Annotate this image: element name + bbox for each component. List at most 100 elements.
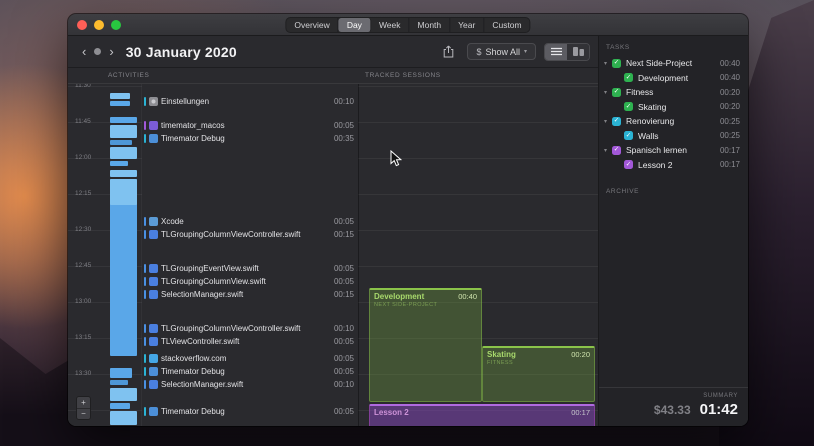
disclosure-icon[interactable]: ▾ xyxy=(604,118,612,125)
time-label: 11:45 xyxy=(75,118,91,125)
page-title: 30 January 2020 xyxy=(125,43,237,60)
task-item-walls[interactable]: ✓ Walls 00:25 xyxy=(599,129,748,144)
xcode-icon xyxy=(149,216,158,226)
day-content: 11:30 11:45 12:00 12:15 12:30 12:45 13:0… xyxy=(68,84,598,426)
task-group-spanisch-lernen[interactable]: ▾ ✓ Spanisch lernen 00:17 xyxy=(599,143,748,158)
session-block-lesson-2[interactable]: Lesson 2 00:17 xyxy=(369,404,595,426)
time-ruler: 11:30 11:45 12:00 12:15 12:30 12:45 13:0… xyxy=(68,84,142,426)
activity-row[interactable]: SelectionManager.swift 00:10 xyxy=(144,378,354,390)
session-block-development[interactable]: Development 00:40 NEXT SIDE-PROJECT xyxy=(369,288,482,402)
activity-density-bar xyxy=(110,101,130,106)
disclosure-icon[interactable]: ▾ xyxy=(604,89,612,96)
task-group-renovierung[interactable]: ▾ ✓ Renovierung 00:25 xyxy=(599,114,748,129)
zoom-out-button[interactable]: − xyxy=(77,408,90,419)
summary-total-time: 01:42 xyxy=(699,401,738,418)
activity-row[interactable]: TLGroupingColumnViewController.swift 00:1… xyxy=(144,322,354,334)
debug-app-icon xyxy=(149,366,158,376)
chevron-down-icon: ▾ xyxy=(523,49,527,55)
activity-row[interactable]: Einstellungen 00:10 xyxy=(144,95,354,107)
zoom-in-button[interactable]: + xyxy=(77,397,90,408)
timeline-view-icon xyxy=(572,47,584,56)
tracked-sessions-header: TRACKED SESSIONS xyxy=(365,72,441,79)
debug-app-icon xyxy=(149,406,158,416)
task-item-skating[interactable]: ✓ Skating 00:20 xyxy=(599,100,748,115)
swift-file-icon xyxy=(149,263,158,273)
summary-panel: SUMMARY $43.33 01:42 xyxy=(599,387,748,426)
activity-row[interactable]: Xcode 00:05 xyxy=(144,215,354,227)
activity-row[interactable]: Timemator Debug 00:05 xyxy=(144,405,354,417)
activity-row[interactable]: SelectionManager.swift 00:15 xyxy=(144,288,354,300)
time-label: 13:15 xyxy=(75,334,92,341)
archive-header: ARCHIVE xyxy=(606,188,640,195)
session-block-skating[interactable]: Skating 00:20 FITNESS xyxy=(482,346,595,402)
time-label: 11:30 xyxy=(75,84,91,89)
titlebar[interactable]: Overview Day Week Month Year Custom xyxy=(68,14,748,36)
tab-week[interactable]: Week xyxy=(371,17,410,32)
time-label: 13:00 xyxy=(75,298,92,305)
activity-density-bar xyxy=(110,147,137,159)
summary-amount: $43.33 xyxy=(653,403,691,417)
today-button[interactable] xyxy=(94,48,102,55)
next-day-button[interactable]: › xyxy=(105,45,117,58)
tab-custom[interactable]: Custom xyxy=(484,18,529,32)
previous-day-button[interactable]: ‹ xyxy=(78,45,90,58)
task-checkbox[interactable]: ✓ xyxy=(612,87,621,97)
billing-filter-button[interactable]: $ Show All ▾ xyxy=(467,43,536,60)
minimize-window-button[interactable] xyxy=(94,19,104,30)
activity-row[interactable]: TLGroupingEventView.swift 00:05 xyxy=(144,262,354,274)
task-group-fitness[interactable]: ▾ ✓ Fitness 00:20 xyxy=(599,85,748,100)
time-label: 12:30 xyxy=(75,226,92,233)
task-checkbox[interactable]: ✓ xyxy=(612,58,621,68)
activity-density-bar xyxy=(110,179,137,356)
activity-row[interactable]: TLViewController.swift 00:05 xyxy=(144,335,354,347)
swift-file-icon xyxy=(149,379,158,389)
share-button[interactable] xyxy=(438,43,459,60)
activity-row[interactable]: stackoverflow.com 00:05 xyxy=(144,352,354,364)
timeline-zoom-control: + − xyxy=(76,396,91,420)
activity-density-bar xyxy=(110,368,132,378)
activity-row[interactable]: TLGroupingColumnViewController.swift 00:1… xyxy=(144,228,354,240)
view-mode-tabs: Overview Day Week Month Year Custom xyxy=(285,16,531,33)
activity-density-bar xyxy=(110,161,128,166)
task-item-development[interactable]: ✓ Development 00:40 xyxy=(599,71,748,86)
activity-density-bar xyxy=(110,403,130,409)
time-label: 13:30 xyxy=(75,370,92,377)
activities-header: ACTIVITIES xyxy=(108,72,150,79)
disclosure-icon[interactable]: ▾ xyxy=(604,60,612,67)
task-checkbox[interactable]: ✓ xyxy=(624,160,633,170)
tab-month[interactable]: Month xyxy=(410,17,451,32)
task-item-lesson-2[interactable]: ✓ Lesson 2 00:17 xyxy=(599,158,748,173)
swift-file-icon xyxy=(149,323,158,333)
list-view-icon xyxy=(550,47,562,56)
gear-icon xyxy=(149,96,158,106)
activity-density-bar xyxy=(110,388,137,401)
task-checkbox[interactable]: ✓ xyxy=(612,145,621,155)
activity-row[interactable]: timemator_macos 00:05 xyxy=(144,119,354,131)
close-window-button[interactable] xyxy=(77,19,87,30)
fullscreen-window-button[interactable] xyxy=(111,19,121,30)
activity-row[interactable]: TLGroupingColumnView.swift 00:05 xyxy=(144,275,354,287)
activity-density-bar xyxy=(110,380,128,385)
task-checkbox[interactable]: ✓ xyxy=(624,102,633,112)
activity-row[interactable]: Timemator Debug 00:05 xyxy=(144,365,354,377)
activity-row[interactable]: Timemator Debug 00:35 xyxy=(144,132,354,144)
tab-day[interactable]: Day xyxy=(338,17,371,32)
swift-file-icon xyxy=(149,289,158,299)
activity-density-bar xyxy=(110,179,137,205)
tracked-sessions-area: Development 00:40 NEXT SIDE-PROJECT Skat… xyxy=(358,84,598,426)
window-controls xyxy=(68,19,121,30)
time-label: 12:45 xyxy=(75,262,92,269)
tab-overview[interactable]: Overview xyxy=(286,17,339,32)
task-checkbox[interactable]: ✓ xyxy=(624,131,633,141)
list-view-button[interactable] xyxy=(545,43,567,60)
task-checkbox[interactable]: ✓ xyxy=(612,116,621,126)
tab-year[interactable]: Year xyxy=(450,17,485,32)
swift-file-icon xyxy=(149,336,158,346)
disclosure-icon[interactable]: ▾ xyxy=(604,147,612,154)
timeline-view-button[interactable] xyxy=(567,43,589,60)
activity-density-bar xyxy=(110,140,132,145)
task-group-next-side-project[interactable]: ▾ ✓ Next Side-Project 00:40 xyxy=(599,56,748,71)
share-icon xyxy=(443,45,454,58)
activities-list: Einstellungen 00:10 timemator_macos 00:05 … xyxy=(142,84,358,426)
task-checkbox[interactable]: ✓ xyxy=(624,73,633,83)
